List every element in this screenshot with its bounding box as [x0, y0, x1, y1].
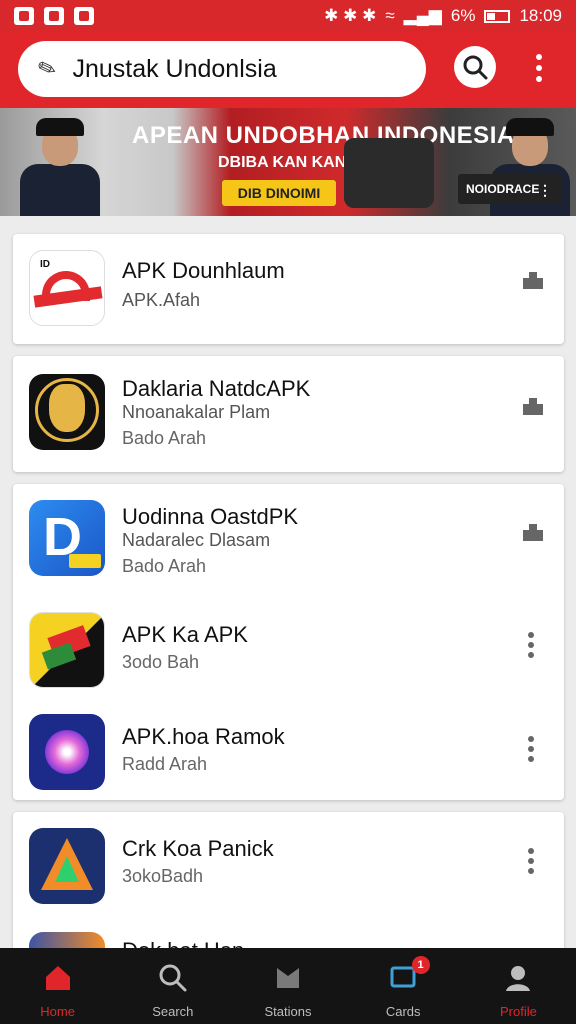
- dot: [528, 642, 534, 648]
- search-button[interactable]: [454, 46, 496, 88]
- nav-stations[interactable]: Stations: [230, 948, 345, 1024]
- wifi-icon: ≈: [385, 6, 395, 25]
- app-card[interactable]: ID APK Dounhlaum APK.Afah: [13, 234, 564, 344]
- person-body: [20, 164, 100, 216]
- install-icon[interactable]: [521, 268, 545, 290]
- dot: [528, 736, 534, 742]
- app-name: APK Dounhlaum: [122, 258, 285, 283]
- battery-icon: [484, 9, 511, 23]
- banner-label-text: NOIODRACE: [466, 182, 540, 196]
- more-vert-icon[interactable]: [527, 736, 535, 764]
- icon-decoration: [69, 554, 101, 568]
- dot: [528, 632, 534, 638]
- list-item[interactable]: APK.hoa Ramok Radd Arah: [13, 702, 564, 800]
- icon-decoration: [49, 384, 85, 432]
- app-icon: ID: [29, 250, 105, 326]
- dot: [528, 746, 534, 752]
- app-icon: [29, 714, 105, 790]
- banner-label[interactable]: NOIODRACE ⋮: [458, 174, 562, 204]
- notification-app-icon: [74, 7, 94, 25]
- icon-decoration: ID: [40, 259, 50, 270]
- dot: [528, 868, 534, 874]
- app-meta: 3odo Bah: [122, 652, 200, 672]
- battery-text: 6%: [450, 6, 476, 25]
- search-query-text: Jnustak Undonlsia: [72, 54, 277, 83]
- list-item[interactable]: APK Ka APK 3odo Bah: [13, 596, 564, 702]
- person-cap: [506, 118, 554, 136]
- app-meta: Radd Arah: [122, 754, 208, 774]
- banner-title: APEAN UNDOBHAN INDONESIA: [132, 122, 515, 149]
- app-subtitle: APK.Afah: [122, 290, 201, 310]
- search-icon: [463, 55, 488, 80]
- more-vert-icon-dot: [536, 76, 542, 82]
- nav-search[interactable]: Search: [115, 948, 230, 1024]
- icon-decoration: [45, 730, 89, 774]
- status-notifications: [14, 7, 94, 25]
- banner-cta-button[interactable]: DIB DINOIMI: [222, 180, 336, 206]
- banner-person-image: [14, 116, 104, 216]
- nav-cards[interactable]: 1 Cards: [346, 948, 461, 1024]
- status-bar: ✱ ✱ ✱ ≈ ▂▄▆ 6% 18:09: [0, 0, 576, 32]
- app-icon: [29, 374, 105, 450]
- more-vert-icon[interactable]: [527, 632, 535, 660]
- app-subtitle: Nnoanakalar Plam: [122, 402, 271, 422]
- app-list-card: D Uodinna OastdPK Nadaralec Dlasam Bado …: [13, 484, 564, 800]
- app-card[interactable]: Crk Koa Panick 3okoBadh Dok bat Han: [13, 812, 564, 1008]
- nav-profile[interactable]: Profile: [461, 948, 576, 1024]
- dot: [528, 756, 534, 762]
- promo-banner[interactable]: APEAN UNDOBHAN INDONESIA DBIBA KAN KANBS…: [0, 108, 576, 216]
- nav-home[interactable]: Home: [0, 948, 115, 1024]
- more-vert-icon[interactable]: [527, 848, 535, 876]
- dot: [528, 652, 534, 658]
- search-input[interactable]: ✎ Jnustak Undonlsia: [18, 41, 426, 97]
- edit-icon: ✎: [34, 53, 60, 84]
- nav-profile-label: Profile: [499, 1004, 537, 1019]
- app-icon: D: [29, 500, 105, 576]
- more-vert-icon: [536, 54, 542, 60]
- install-icon[interactable]: [521, 394, 545, 416]
- banner-machine-image: [344, 138, 434, 208]
- app-subtitle: Nadaralec Dlasam: [122, 530, 271, 550]
- app-icon: [29, 828, 105, 904]
- clock: 18:09: [519, 6, 562, 25]
- app-icon: [29, 612, 105, 688]
- app-name: APK Ka APK: [122, 622, 248, 647]
- nav-home-label: Home: [40, 1004, 75, 1019]
- nav-stations-label: Stations: [264, 1004, 312, 1019]
- dot: [528, 858, 534, 864]
- notification-app-icon: [44, 7, 64, 25]
- app-name: APK.hoa Ramok: [122, 724, 285, 749]
- app-meta: Bado Arah: [122, 428, 207, 448]
- more-vert-icon-dot: [536, 65, 542, 71]
- nav-search-label: Search: [152, 1004, 194, 1019]
- app-card[interactable]: Daklaria NatdcAPK Nnoanakalar Plam Bado …: [13, 356, 564, 472]
- bluetooth-icon: ✱ ✱ ✱: [324, 6, 377, 25]
- nav-cards-label: Cards: [385, 1004, 421, 1019]
- bottom-navigation: Home Search Stations 1 Cards Profile: [0, 948, 576, 1024]
- notification-badge: 1: [411, 956, 430, 974]
- search-icon: [159, 964, 187, 992]
- signal-icon: ▂▄▆: [403, 6, 442, 25]
- app-meta: 3okoBadh: [122, 866, 204, 886]
- status-system: ✱ ✱ ✱ ≈ ▂▄▆ 6% 18:09: [324, 6, 562, 26]
- icon-decoration: [55, 856, 79, 882]
- list-item[interactable]: D Uodinna OastdPK Nadaralec Dlasam Bado …: [13, 484, 564, 596]
- top-app-bar: ✎ Jnustak Undonlsia: [0, 32, 576, 108]
- install-icon[interactable]: [521, 520, 545, 542]
- app-meta: Bado Arah: [122, 556, 207, 576]
- dot: [528, 848, 534, 854]
- overflow-menu-button[interactable]: [528, 54, 550, 84]
- profile-icon: [506, 966, 531, 991]
- app-name: Daklaria NatdcAPK: [122, 376, 311, 401]
- app-name: Crk Koa Panick: [122, 836, 274, 861]
- home-icon: [45, 966, 70, 990]
- notification-app-icon: [14, 7, 34, 25]
- app-name: Uodinna OastdPK: [122, 504, 299, 529]
- person-cap: [36, 118, 84, 136]
- store-icon: [277, 968, 299, 988]
- more-vert-icon: ⋮: [538, 182, 552, 198]
